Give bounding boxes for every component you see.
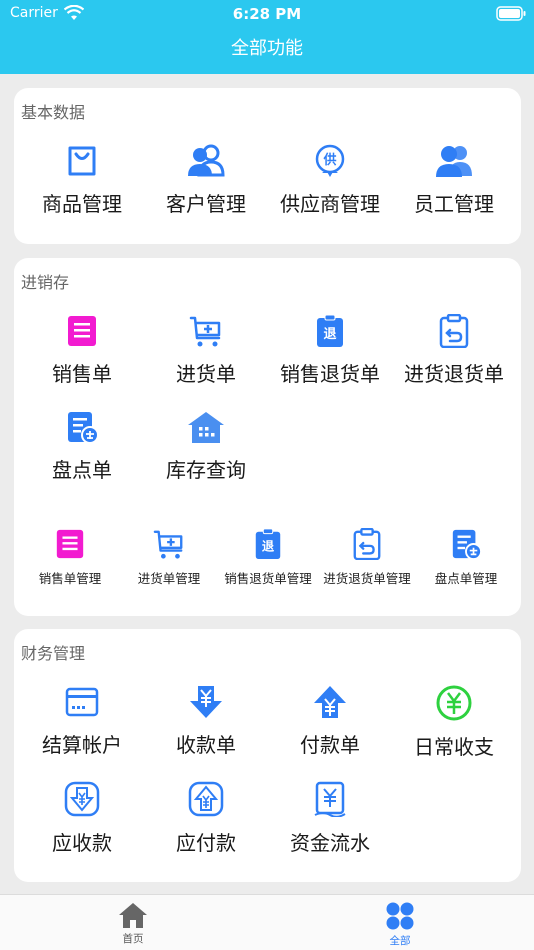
cash-flow-item[interactable]: 资金流水 xyxy=(268,781,392,856)
nav-bar: 全部功能 xyxy=(0,28,534,74)
customer-management-item[interactable]: 客户管理 xyxy=(144,144,268,217)
daily-income-expense-label: 日常收支 xyxy=(414,735,494,759)
page-title: 全部功能 xyxy=(231,38,303,59)
svg-text:退: 退 xyxy=(262,540,275,554)
payables-label: 应付款 xyxy=(176,831,236,855)
sales-return-icon: 退 xyxy=(317,314,343,347)
sales-return-icon: 退 xyxy=(255,528,281,560)
supplier-management-label: 供应商管理 xyxy=(280,192,380,216)
svg-text:供: 供 xyxy=(322,152,336,168)
tab-all-label: 全部 xyxy=(389,935,411,947)
sales-order-management-item[interactable]: 销售单管理 xyxy=(20,528,120,587)
yuan-coin-icon xyxy=(436,685,472,721)
tab-home[interactable]: 首页 xyxy=(73,901,193,946)
bank-card-icon xyxy=(65,687,99,717)
stocktake-label: 盘点单 xyxy=(52,458,112,482)
sales-order-icon xyxy=(68,316,96,346)
sales-return-label: 销售退货单 xyxy=(280,362,380,386)
purchase-return-icon xyxy=(353,528,381,560)
supplier-management-item[interactable]: 供 供应商管理 xyxy=(268,144,392,217)
cart-add-icon xyxy=(153,530,183,559)
stocktake-management-item[interactable]: 盘点单管理 xyxy=(416,528,516,587)
cash-flow-icon xyxy=(314,781,346,817)
battery-icon xyxy=(496,6,526,25)
purchase-return-item[interactable]: 进货退货单 xyxy=(392,314,516,387)
shopping-bag-icon xyxy=(68,146,96,176)
sales-order-label: 销售单 xyxy=(52,362,112,386)
receipt-label: 收款单 xyxy=(176,733,236,757)
sales-order-icon xyxy=(56,529,84,559)
inventory-card: 进销存 销售单 进货单 退 销售退货单 进货退货单 盘点单 库存查询 销售单管理… xyxy=(14,258,521,616)
employees-icon xyxy=(436,146,472,177)
status-bar: Carrier 6:28 PM xyxy=(0,0,534,28)
sales-order-management-label: 销售单管理 xyxy=(38,571,102,586)
basic-data-card: 基本数据 商品管理 客户管理 供 供应商管理 员工管理 xyxy=(14,88,521,244)
daily-income-expense-item[interactable]: 日常收支 xyxy=(392,685,516,760)
home-icon xyxy=(119,903,147,928)
tab-home-label: 首页 xyxy=(122,933,144,945)
sales-order-item[interactable]: 销售单 xyxy=(20,314,144,387)
purchase-return-icon xyxy=(439,314,469,348)
purchase-order-management-item[interactable]: 进货单管理 xyxy=(119,528,219,587)
payment-item[interactable]: 付款单 xyxy=(268,685,392,758)
cash-flow-label: 资金流水 xyxy=(290,831,370,855)
payment-label: 付款单 xyxy=(300,733,360,757)
receivables-item[interactable]: 应收款 xyxy=(20,781,144,856)
tab-all[interactable]: 全部 xyxy=(340,901,460,948)
employee-management-label: 员工管理 xyxy=(414,192,494,216)
purchase-order-management-label: 进货单管理 xyxy=(137,571,201,586)
stocktake-management-label: 盘点单管理 xyxy=(434,571,498,586)
make-payment-icon xyxy=(314,686,346,718)
sales-return-management-item[interactable]: 退 销售退货单管理 xyxy=(218,528,318,587)
purchase-order-label: 进货单 xyxy=(176,362,236,386)
clock: 6:28 PM xyxy=(232,5,302,23)
cart-add-icon xyxy=(189,316,221,347)
product-management-label: 商品管理 xyxy=(42,192,122,216)
customers-icon xyxy=(188,144,225,177)
finance-card: 财务管理 结算帐户 收款单 付款单 日常收支 应收款 应付款 资金流水 xyxy=(14,629,521,882)
payables-icon xyxy=(188,781,224,817)
receivables-label: 应收款 xyxy=(52,831,112,855)
stocktake-item[interactable]: 盘点单 xyxy=(20,410,144,483)
stocktake-icon xyxy=(452,529,482,560)
receivables-icon xyxy=(64,781,100,817)
stock-query-label: 库存查询 xyxy=(166,458,246,482)
purchase-order-item[interactable]: 进货单 xyxy=(144,314,268,387)
stock-query-item[interactable]: 库存查询 xyxy=(144,410,268,483)
employee-management-item[interactable]: 员工管理 xyxy=(392,144,516,217)
svg-text:退: 退 xyxy=(323,327,336,342)
stocktake-icon xyxy=(68,412,99,444)
warehouse-icon xyxy=(188,412,224,443)
grid-icon xyxy=(386,902,414,930)
section-title-finance: 财务管理 xyxy=(21,644,86,663)
supplier-badge-icon: 供 xyxy=(315,144,345,177)
settlement-account-label: 结算帐户 xyxy=(42,733,122,757)
customer-management-label: 客户管理 xyxy=(166,192,246,216)
section-title-basic: 基本数据 xyxy=(21,103,86,122)
product-management-item[interactable]: 商品管理 xyxy=(20,144,144,217)
payables-item[interactable]: 应付款 xyxy=(144,781,268,856)
purchase-return-label: 进货退货单 xyxy=(404,362,504,386)
sales-return-item[interactable]: 退 销售退货单 xyxy=(268,314,392,387)
section-title-inventory: 进销存 xyxy=(21,273,70,292)
receipt-item[interactable]: 收款单 xyxy=(144,685,268,758)
receive-payment-icon xyxy=(190,686,222,718)
settlement-account-item[interactable]: 结算帐户 xyxy=(20,685,144,758)
tab-bar: 首页 全部 xyxy=(0,894,534,950)
purchase-return-management-item[interactable]: 进货退货单管理 xyxy=(317,528,417,587)
sales-return-management-label: 销售退货单管理 xyxy=(224,571,312,586)
purchase-return-management-label: 进货退货单管理 xyxy=(323,571,411,586)
